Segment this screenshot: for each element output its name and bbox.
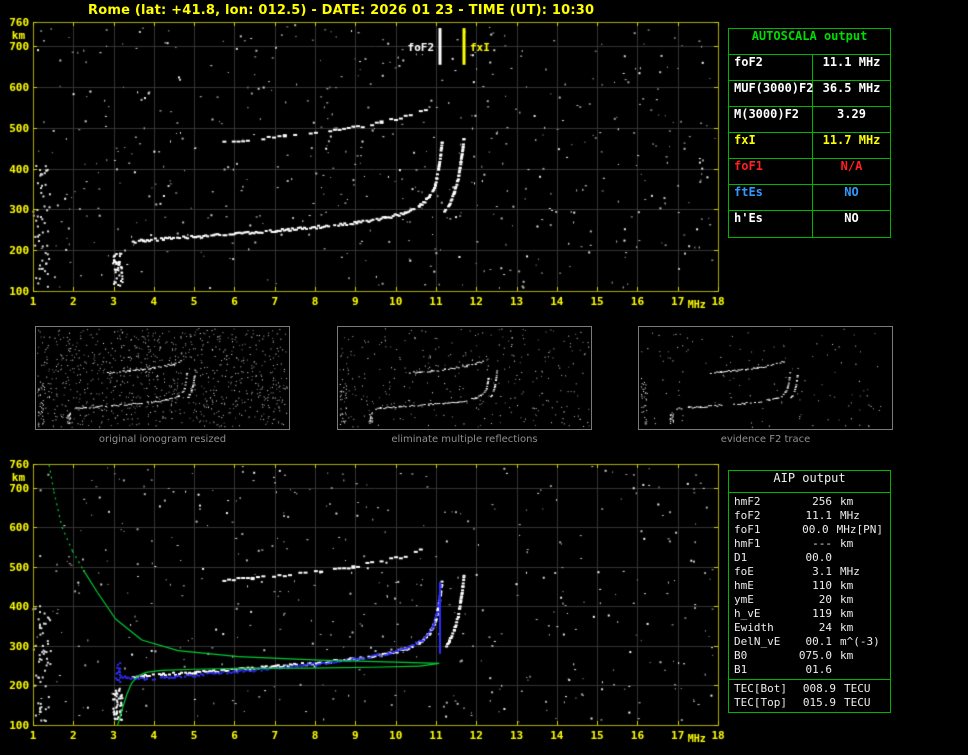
aip-row-ewidth: Ewidth 24 km (729, 621, 890, 635)
aip-param-unit: MHz (840, 565, 860, 578)
aip-param-flag: [PN] (856, 523, 884, 536)
autoscala-row-muf-3000-f2: MUF(3000)F2 36.5 MHz (729, 81, 890, 107)
aip-param-name: TEC[Top] (734, 696, 787, 709)
aip-row-hmf2: hmF2 256 km (729, 495, 890, 509)
aip-param-unit: km (840, 621, 854, 634)
autoscala-param-name: MUF(3000)F2 (729, 81, 813, 106)
aip-param-name: hmF2 (734, 495, 761, 508)
autoscala-row-fof2: foF2 11.1 MHz (729, 55, 890, 81)
aip-param-name: hmF1 (734, 537, 761, 550)
aip-param-unit: km (840, 607, 854, 620)
thumbnail-caption-evidence-f2-trace: evidence F2 trace (720, 434, 811, 445)
aip-param-value: 110 (812, 579, 832, 592)
autoscala-param-name: ftEs (729, 185, 813, 210)
aip-param-value: 00.1 (805, 635, 833, 648)
autoscala-param-name: foF1 (729, 159, 813, 184)
autoscala-row-fxi: fxI 11.7 MHz (729, 133, 890, 159)
aip-param-name: D1 (734, 551, 748, 564)
aip-param-value: 20 (818, 593, 832, 606)
thumbnail-evidence-f2-trace: evidence F2 trace (638, 326, 893, 445)
autoscala-row-m-3000-f2: M(3000)F2 3.29 (729, 107, 890, 133)
aip-row-b1: B1 01.6 (729, 663, 890, 677)
aip-param-value: 01.6 (805, 663, 833, 676)
aip-param-unit: MHz (836, 523, 857, 536)
aip-param-name: foE (734, 565, 754, 578)
aip-param-unit: MHz (840, 509, 860, 522)
autoscala-row-ftes: ftEs NO (729, 185, 890, 211)
autoscala-param-name: h'Es (729, 211, 813, 237)
aip-row-tec-top-: TEC[Top] 015.9 TECU (729, 696, 890, 710)
thumbnail-eliminate-reflections: eliminate multiple reflections (337, 326, 592, 445)
autoscala-param-value: 11.1 MHz (822, 55, 881, 69)
aip-param-unit: km (840, 537, 854, 550)
autoscala-param-value: NO (844, 211, 859, 225)
main-ionogram-canvas (0, 16, 732, 316)
aip-row-hmf1: hmF1 --- km (729, 537, 890, 551)
autoscala-output-table: AUTOSCALA output foF2 11.1 MHz MUF(3000)F2… (728, 28, 891, 238)
aip-param-value: 00.0 (805, 551, 833, 564)
aip-param-value: 119 (812, 607, 832, 620)
aip-param-name: ymE (734, 593, 754, 606)
aip-param-name: foF1 (734, 523, 761, 536)
aip-param-unit: km (840, 579, 854, 592)
profile-ionogram-canvas (0, 452, 732, 752)
thumbnail-caption-eliminate-reflections: eliminate multiple reflections (391, 434, 538, 445)
aip-param-unit: km (840, 495, 854, 508)
aip-param-unit: km (840, 649, 854, 662)
autoscala-param-value: NO (844, 185, 859, 199)
aip-param-name: h_vE (734, 607, 761, 620)
aip-row-yme: ymE 20 km (729, 593, 890, 607)
aip-row-deln-ve: DelN_vE 00.1 m^(-3) (729, 635, 890, 649)
aip-param-value: 256 (812, 495, 832, 508)
autoscala-table-header: AUTOSCALA output (729, 29, 890, 55)
aip-tec-rows: TEC[Bot] 008.9 TECU TEC[Top] 015.9 TECU (729, 679, 890, 712)
thumbnail-original-ionogram: original ionogram resized (35, 326, 290, 445)
aip-param-name: DelN_vE (734, 635, 781, 648)
autoscala-param-name: fxI (729, 133, 813, 158)
aip-param-name: Ewidth (734, 621, 774, 634)
aip-row-d1: D1 00.0 (729, 551, 890, 565)
aip-param-name: hmE (734, 579, 754, 592)
aip-param-name: foF2 (734, 509, 761, 522)
aip-param-value: 24 (818, 621, 832, 634)
aip-row-b0: B0 075.0 km (729, 649, 890, 663)
aip-param-value: 075.0 (798, 649, 832, 662)
aip-row-tec-bot-: TEC[Bot] 008.9 TECU (729, 682, 890, 696)
aip-row-fof1: foF1 00.0 MHz [PN] (729, 523, 890, 537)
aip-param-value: --- (812, 537, 832, 550)
thumbnail-canvas-eliminate-reflections (337, 326, 592, 430)
aip-param-name: B0 (734, 649, 748, 662)
aip-param-value: 3.1 (812, 565, 832, 578)
aip-row-hme: hmE 110 km (729, 579, 890, 593)
thumbnail-canvas-evidence-f2-trace (638, 326, 893, 430)
autoscala-table-rows: foF2 11.1 MHz MUF(3000)F2 36.5 MHz M(3000)F2… (729, 55, 890, 237)
aip-table-rows: hmF2 256 km foF2 11.1 MHz foF1 00.0 MHz [PN] hmF1-… (729, 493, 890, 677)
autoscala-param-value: 11.7 MHz (822, 133, 881, 147)
aip-param-value: 015.9 (802, 696, 836, 709)
aip-table-header: AIP output (729, 471, 890, 493)
aip-row-foe: foE 3.1 MHz (729, 565, 890, 579)
autoscala-row-fof1: foF1 N/A (729, 159, 890, 185)
autoscala-param-value: 36.5 MHz (822, 81, 881, 95)
aip-param-unit: TECU (844, 682, 871, 695)
autoscala-param-value: 3.29 (837, 107, 866, 121)
autoscala-param-name: foF2 (729, 55, 813, 80)
aip-output-table: AIP output hmF2 256 km foF2 11.1 MHz foF1 00.0 M… (728, 470, 891, 713)
thumbnail-caption-original: original ionogram resized (98, 434, 227, 445)
aip-param-name: TEC[Bot] (734, 682, 787, 695)
autoscala-window: Rome (lat: +41.8, lon: 012.5) - DATE: 20… (0, 0, 968, 755)
aip-param-unit: km (840, 593, 854, 606)
aip-row-h-ve: h_vE 119 km (729, 607, 890, 621)
autoscala-param-name: M(3000)F2 (729, 107, 813, 132)
thumbnail-canvas-original (35, 326, 290, 430)
aip-param-value: 008.9 (802, 682, 836, 695)
aip-param-unit: TECU (844, 696, 871, 709)
aip-param-name: B1 (734, 663, 748, 676)
autoscala-param-value: N/A (840, 159, 863, 173)
aip-param-value: 00.0 (802, 523, 829, 536)
aip-row-fof2: foF2 11.1 MHz (729, 509, 890, 523)
aip-param-unit: m^(-3) (840, 635, 880, 648)
aip-param-value: 11.1 (805, 509, 833, 522)
autoscala-row-h-es: h'Es NO (729, 211, 890, 237)
